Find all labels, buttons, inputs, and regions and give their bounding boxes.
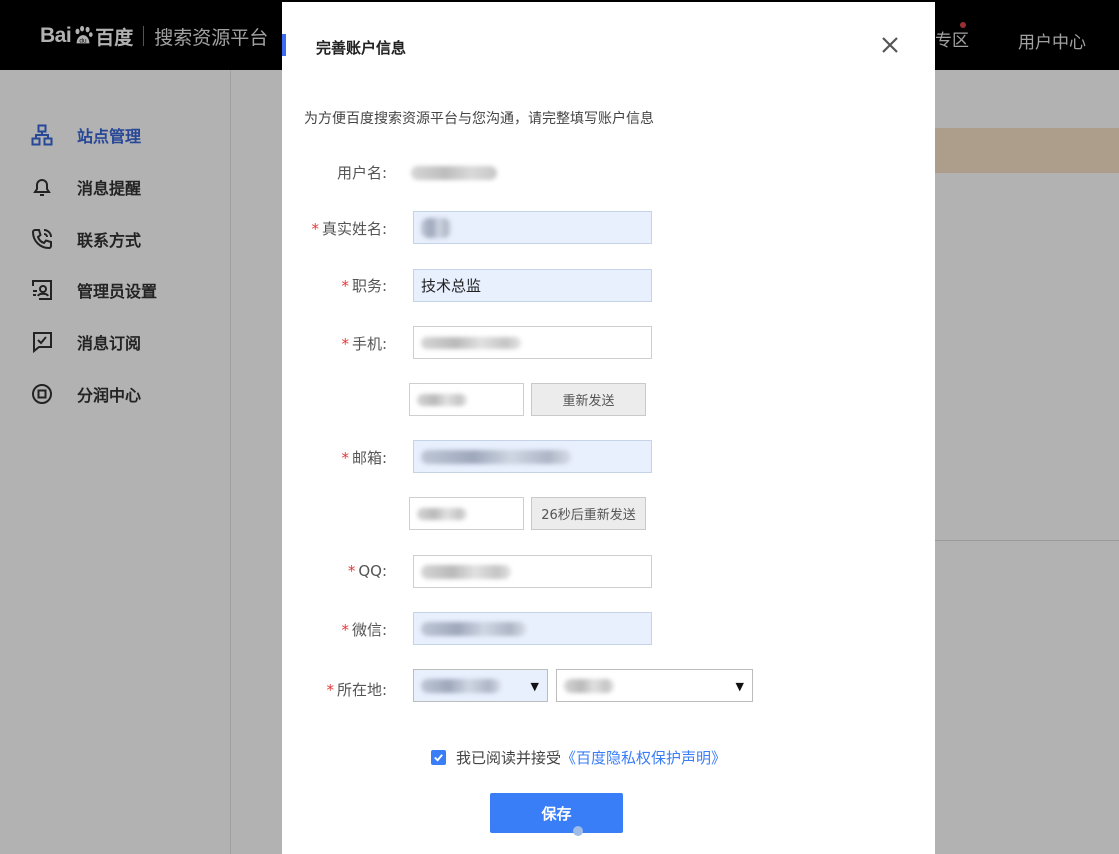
phone-label-text: 手机: [351,335,387,353]
privacy-agreement: 我已阅读并接受 《百度隐私权保护声明》 [431,747,726,767]
required-mark: * [341,449,349,467]
city-value-redacted [564,678,614,693]
required-mark: * [341,335,349,353]
wechat-label: * 微信: [341,619,387,640]
location-label-text: 所在地: [336,681,387,699]
wechat-label-text: 微信: [351,621,387,639]
required-mark: * [341,277,349,295]
wechat-input[interactable] [413,612,652,645]
province-select[interactable]: ▼ [413,669,548,702]
required-mark: * [311,220,319,238]
agreement-checkbox[interactable] [431,749,446,765]
city-select[interactable]: ▼ [556,669,753,702]
title-accent-bar [282,34,286,56]
privacy-policy-link[interactable]: 《百度隐私权保护声明》 [561,747,726,768]
checkmark-icon [434,753,443,762]
location-label: * 所在地: [326,679,387,700]
qq-input[interactable] [413,555,652,588]
username-label: 用户名: [337,162,387,183]
email-code-input[interactable] [409,497,524,530]
dialog-title: 完善账户信息 [316,39,407,57]
email-value-redacted [421,449,571,464]
email-code-value-redacted [417,507,467,520]
qq-label: * QQ: [348,562,387,580]
phone-value-redacted [421,336,521,349]
qq-value-redacted [421,564,511,579]
cursor-indicator [573,826,583,836]
phone-input[interactable] [413,326,652,359]
phone-resend-button[interactable]: 重新发送 [531,383,646,416]
email-label-text: 邮箱: [351,449,387,467]
qq-label-text: QQ: [358,562,387,580]
username-label-text: 用户名: [336,164,387,182]
phone-label: * 手机: [341,333,387,354]
real-name-value-redacted [421,217,451,238]
email-resend-countdown-button[interactable]: 26秒后重新发送 [531,497,646,530]
wechat-value-redacted [421,621,526,636]
required-mark: * [347,562,356,580]
username-value-redacted [411,166,497,180]
province-value-redacted [421,678,501,693]
close-icon[interactable] [878,33,902,57]
phone-code-input[interactable] [409,383,524,416]
required-mark: * [341,621,349,639]
save-button[interactable]: 保存 [490,793,623,833]
position-label-text: 职务: [351,277,387,295]
position-value: 技术总监 [421,277,482,295]
required-mark: * [326,681,334,699]
position-input[interactable]: 技术总监 [413,269,652,302]
position-label: * 职务: [341,275,387,296]
email-input[interactable] [413,440,652,473]
chevron-down-icon: ▼ [735,680,744,693]
real-name-label: * 真实姓名: [311,218,387,239]
agreement-text: 我已阅读并接受 [456,748,562,767]
real-name-input[interactable] [413,211,652,244]
real-name-label-text: 真实姓名: [321,220,387,238]
email-label: * 邮箱: [341,447,387,468]
dialog-description: 为方便百度搜索资源平台与您沟通，请完整填写账户信息 [304,111,654,127]
account-info-dialog: 完善账户信息 为方便百度搜索资源平台与您沟通，请完整填写账户信息 用户名: * 真… [282,2,935,854]
phone-code-value-redacted [417,393,467,406]
chevron-down-icon: ▼ [530,680,539,693]
